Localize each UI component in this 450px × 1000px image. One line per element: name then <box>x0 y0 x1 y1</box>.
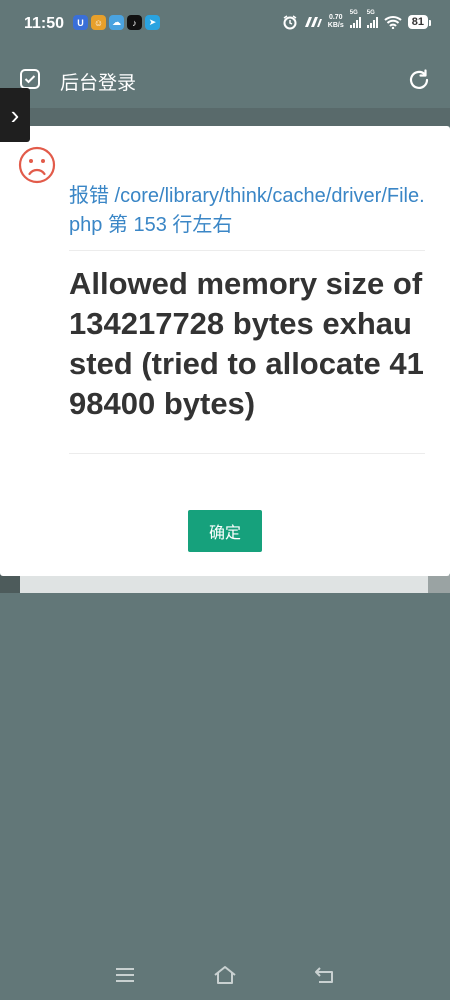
refresh-icon[interactable] <box>407 68 431 92</box>
signal-icon: 5G <box>366 10 378 28</box>
tiktok-icon: ♪ <box>127 15 142 30</box>
signal-label: 5G <box>349 10 358 16</box>
battery-indicator: 81 <box>407 15 432 29</box>
net-speed-unit: KB/s <box>327 22 344 29</box>
sad-face-icon <box>18 146 56 184</box>
game-app-icon: ☺ <box>91 15 106 30</box>
status-indicators: 0.70 KB/s 5G 5G 81 <box>282 10 432 30</box>
telegram-icon: ➤ <box>145 15 160 30</box>
drawer-toggle-button[interactable]: › <box>0 88 30 142</box>
background-page-card <box>0 575 450 593</box>
background-page-strip <box>30 108 450 126</box>
menu-icon <box>116 968 134 982</box>
hd-icon <box>304 17 322 27</box>
alarm-icon <box>283 15 297 30</box>
wifi-icon <box>384 16 402 29</box>
notification-icons: U ☺ ☁ ♪ ➤ <box>73 15 160 30</box>
confirm-button[interactable]: 确定 <box>188 510 262 552</box>
back-icon <box>315 967 333 983</box>
home-icon <box>214 966 236 984</box>
clock: 11:50 <box>24 15 65 32</box>
app-bar: 后台登录 <box>0 52 450 108</box>
error-location: 报错 /core/library/think/cache/driver/File… <box>69 185 425 236</box>
background-card-right <box>428 575 450 593</box>
page-title: 后台登录 <box>60 73 137 94</box>
u-app-icon: U <box>73 15 88 30</box>
back-nav-button[interactable] <box>312 962 338 988</box>
network-speed: 0.70 KB/s <box>328 14 344 30</box>
divider <box>69 453 425 454</box>
net-speed-value: 0.70 <box>328 14 343 21</box>
status-bar: 11:50 U ☺ ☁ ♪ ➤ 0.70 KB/s 5G 5G 81 <box>0 0 450 48</box>
error-dialog: 报错 /core/library/think/cache/driver/File… <box>0 126 450 576</box>
cloud-app-icon: ☁ <box>109 15 124 30</box>
divider <box>69 250 425 251</box>
home-nav-button[interactable] <box>212 962 238 988</box>
signal-label: 5G <box>366 10 375 16</box>
system-nav-bar <box>0 950 450 1000</box>
shield-check-icon[interactable] <box>19 68 41 90</box>
signal-icon: 5G <box>349 10 361 28</box>
menu-nav-button[interactable] <box>112 962 138 988</box>
chevron-right-icon: › <box>10 99 20 130</box>
error-message: Allowed memory size of 134217728 bytes e… <box>69 266 424 421</box>
background-card-left <box>0 575 20 593</box>
